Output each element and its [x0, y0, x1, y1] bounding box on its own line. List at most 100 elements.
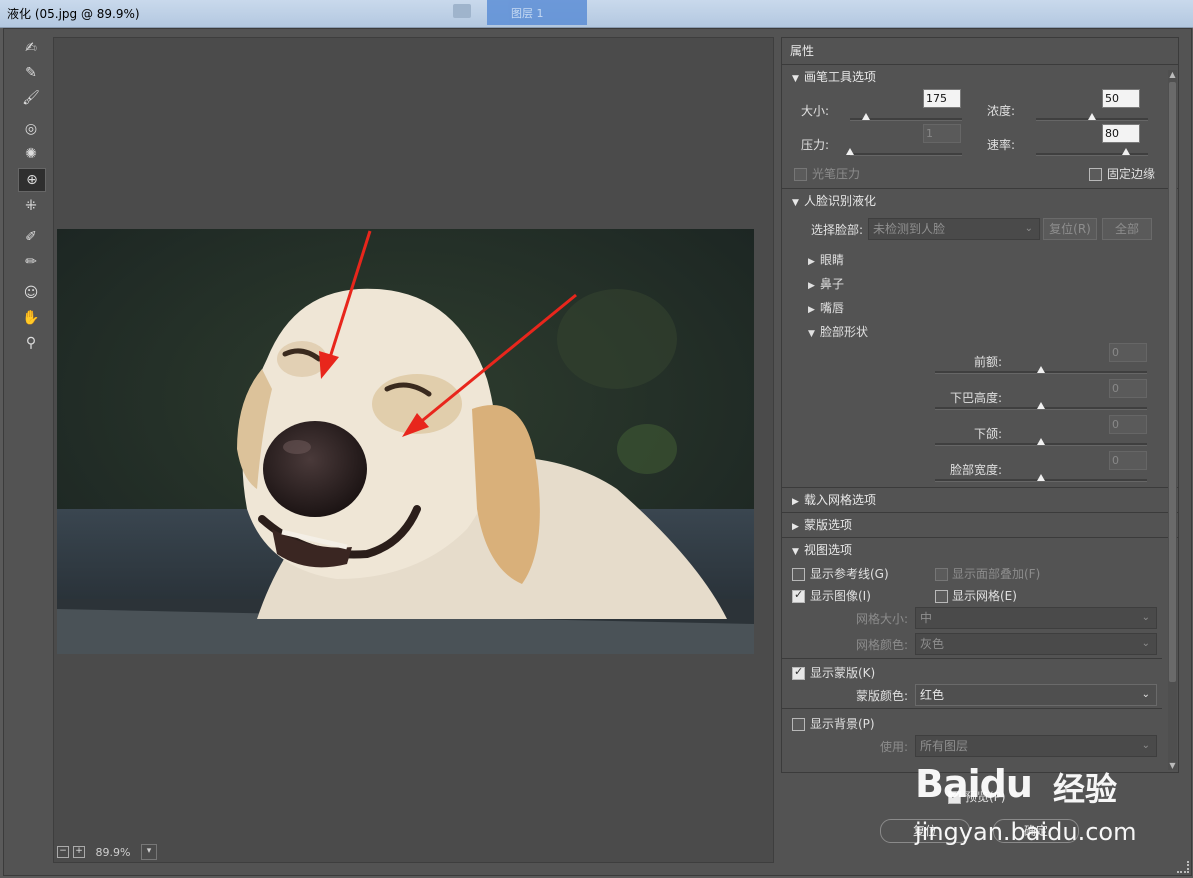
jawline-slider	[935, 438, 1147, 446]
eyes-toggle[interactable]: ▶ 眼睛	[808, 251, 844, 268]
brush-section-toggle[interactable]: ▼ 画笔工具选项	[782, 65, 1178, 89]
rate-input[interactable]: 80	[1102, 124, 1140, 143]
face-width-input: 0	[1109, 451, 1147, 470]
density-input[interactable]: 50	[1102, 89, 1140, 108]
load-mesh-section: ▶ 载入网格选项	[782, 487, 1178, 512]
scroll-down-icon[interactable]: ▼	[1168, 761, 1177, 770]
forehead-slider	[935, 366, 1147, 374]
chin-height-label: 下巴高度:	[949, 391, 1002, 405]
pucker-icon[interactable]: ✺	[18, 143, 44, 165]
show-backdrop-checkbox[interactable]	[792, 718, 805, 731]
pressure-label: 压力:	[801, 138, 830, 152]
rate-slider[interactable]	[1036, 148, 1148, 156]
resize-grip-icon[interactable]	[1177, 861, 1189, 873]
jawline-input: 0	[1109, 415, 1147, 434]
face-tool-icon[interactable]: ☺	[18, 282, 44, 304]
mask-color-dropdown[interactable]: 红色 ⌄	[915, 684, 1157, 706]
preview-canvas[interactable]: − + 89.9% ▾	[53, 37, 774, 863]
face-reset-button: 复位(R)	[1043, 218, 1097, 240]
density-slider[interactable]	[1036, 113, 1148, 121]
watermark-url: jingyan.baidu.com	[915, 818, 1137, 846]
face-section-title: 人脸识别液化	[804, 194, 877, 208]
stylus-pressure-checkbox	[794, 168, 807, 181]
push-left-icon[interactable]: ⁜	[18, 195, 44, 217]
mouth-label: 嘴唇	[820, 301, 845, 315]
chin-height-slider-thumb	[1037, 402, 1045, 409]
mask-options-section: ▶ 蒙版选项	[782, 512, 1178, 537]
thaw-mask-icon[interactable]: ✏	[18, 251, 44, 273]
zoom-dropdown[interactable]: ▾	[141, 844, 157, 860]
show-guides-label: 显示参考线(G)	[810, 567, 889, 581]
forward-warp-icon[interactable]: ✍	[18, 37, 44, 59]
jawline-label: 下颌:	[973, 427, 1002, 441]
face-width-label: 脸部宽度:	[949, 463, 1002, 477]
reconstruct-icon[interactable]: ✎	[18, 62, 44, 84]
mesh-color-dropdown: 灰色 ⌄	[915, 633, 1157, 655]
scrollbar-thumb[interactable]	[1169, 82, 1176, 682]
bloat-icon[interactable]: ⊕	[18, 168, 46, 192]
show-backdrop-label: 显示背景(P)	[810, 717, 875, 731]
show-image-label: 显示图像(I)	[810, 589, 871, 603]
twirl-icon[interactable]: ◎	[18, 118, 44, 140]
mask-color-label: 蒙版颜色:	[856, 689, 909, 703]
size-slider-thumb[interactable]	[861, 113, 870, 120]
face-section-toggle[interactable]: ▼ 人脸识别液化	[782, 189, 1178, 213]
density-slider-thumb[interactable]	[1088, 113, 1096, 120]
freeze-mask-icon[interactable]: ✐	[18, 226, 44, 248]
view-options-section: ▼视图选项 显示参考线(G) 显示面部叠加(F) 显示图像(I) 显示网格(E)…	[782, 537, 1178, 772]
face-section: ▼ 人脸识别液化 选择脸部: 未检测到人脸 ⌄ 复位(R) 全部 ▶ 眼睛 ▶ 鼻子 ▶…	[782, 188, 1178, 487]
taskbar-tab-label: 图层 1	[511, 7, 544, 20]
smooth-icon[interactable]: 🖌	[18, 87, 44, 109]
show-face-overlay-checkbox	[935, 568, 948, 581]
face-width-slider	[935, 474, 1147, 482]
pressure-slider[interactable]	[846, 148, 962, 156]
pin-edges-label: 固定边缘	[1107, 167, 1156, 181]
select-face-label: 选择脸部:	[811, 223, 864, 237]
taskbar-blur	[453, 4, 471, 18]
load-mesh-toggle[interactable]: ▶ 载入网格选项	[782, 488, 1178, 512]
face-shape-label: 脸部形状	[820, 325, 869, 339]
nose-toggle[interactable]: ▶ 鼻子	[808, 275, 844, 292]
nose-label: 鼻子	[820, 277, 845, 291]
title-bar: 液化 (05.jpg @ 89.9%) 图层 1	[0, 0, 1193, 28]
show-image-checkbox[interactable]	[792, 588, 805, 603]
rate-slider-thumb[interactable]	[1121, 148, 1130, 155]
size-slider[interactable]	[850, 113, 962, 121]
zoom-value[interactable]: 89.9%	[89, 846, 137, 859]
mask-options-toggle[interactable]: ▶ 蒙版选项	[782, 513, 1178, 537]
tool-panel: ✍ ✎ 🖌 ◎ ✺ ⊕ ⁜ ✐ ✏ ☺ ✋ ⚲	[18, 37, 48, 357]
select-face-value: 未检测到人脸	[873, 222, 946, 236]
scroll-up-icon[interactable]: ▲	[1168, 70, 1177, 79]
mesh-size-value: 中	[920, 611, 933, 625]
watermark-suffix: 经验	[1053, 770, 1118, 808]
properties-scrollbar[interactable]: ▲ ▼	[1168, 70, 1177, 770]
hand-icon[interactable]: ✋	[18, 307, 44, 329]
pressure-slider-thumb[interactable]	[846, 148, 854, 155]
use-label: 使用:	[880, 740, 909, 754]
forehead-slider-thumb	[1037, 366, 1045, 373]
brush-section: ▼ 画笔工具选项 大小: 175 浓度: 50 压力: 1 速率: 80 光笔压力…	[782, 65, 1178, 181]
size-input[interactable]: 175	[923, 89, 961, 108]
window-title: 液化 (05.jpg @ 89.9%)	[7, 7, 140, 21]
show-mask-checkbox[interactable]	[792, 665, 805, 680]
select-face-dropdown: 未检测到人脸 ⌄	[868, 218, 1040, 240]
eyes-label: 眼睛	[820, 253, 845, 267]
zoom-out-button[interactable]: −	[57, 846, 69, 858]
zoom-icon[interactable]: ⚲	[18, 332, 44, 354]
show-mask-label: 显示蒙版(K)	[810, 666, 876, 680]
zoom-in-button[interactable]: +	[73, 846, 85, 858]
chin-height-input: 0	[1109, 379, 1147, 398]
show-guides-checkbox[interactable]	[792, 568, 805, 581]
properties-header: 属性	[782, 38, 1178, 65]
mouth-toggle[interactable]: ▶ 嘴唇	[808, 299, 844, 316]
show-mesh-checkbox[interactable]	[935, 590, 948, 603]
face-shape-toggle[interactable]: ▼ 脸部形状	[808, 323, 868, 340]
pin-edges-checkbox[interactable]	[1089, 168, 1102, 181]
rate-label: 速率:	[987, 138, 1016, 152]
baidu-watermark: Baidu 经验 jingyan.baidu.com	[915, 748, 1137, 848]
properties-panel: 属性 ▼ 画笔工具选项 大小: 175 浓度: 50 压力: 1 速率: 80 光…	[781, 37, 1179, 773]
mesh-color-value: 灰色	[920, 637, 945, 651]
load-mesh-title: 载入网格选项	[804, 493, 877, 507]
view-options-toggle[interactable]: ▼ 视图选项	[782, 538, 1178, 562]
show-face-overlay-label: 显示面部叠加(F)	[952, 567, 1041, 581]
